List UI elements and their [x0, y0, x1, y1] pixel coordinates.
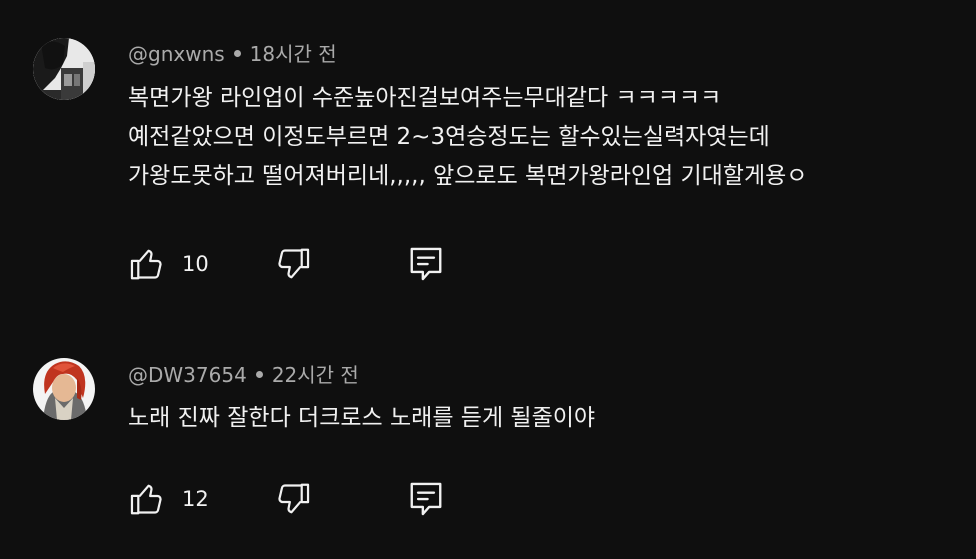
comment-text: 노래 진짜 잘한다 더크로스 노래를 듣게 될줄이야 [128, 399, 948, 438]
thumbs-down-icon [274, 245, 312, 283]
like-count: 10 [182, 252, 209, 276]
comment-meta: @gnxwns 18시간 전 [128, 40, 337, 68]
reply-button[interactable] [408, 479, 444, 519]
comment-time[interactable]: 22시간 전 [272, 363, 359, 387]
comment-author[interactable]: @DW37654 [128, 363, 247, 387]
dislike-button[interactable] [274, 244, 312, 284]
like-button[interactable]: 12 [128, 479, 209, 519]
thumbs-up-icon [128, 480, 166, 518]
separator-dot [255, 371, 263, 378]
like-count: 12 [182, 487, 209, 511]
avatar[interactable] [33, 38, 95, 100]
like-button[interactable]: 10 [128, 244, 209, 284]
dislike-button[interactable] [274, 479, 312, 519]
reply-button[interactable] [408, 244, 444, 284]
reply-comment-icon [408, 245, 444, 283]
comment-text-line: 예전같았으면 이정도부르면 2~3연승정도는 할수있는실력자엿는데 [128, 124, 770, 150]
separator-dot [233, 50, 241, 57]
comment-text: 복면가왕 라인업이 수준높아진걸보여주는무대같다 ㅋㅋㅋㅋㅋ 예전같았으면 이정… [128, 79, 948, 196]
comment-text-line: 복면가왕 라인업이 수준높아진걸보여주는무대같다 ㅋㅋㅋㅋㅋ [128, 85, 722, 111]
thumbs-down-icon [274, 480, 312, 518]
avatar[interactable] [33, 358, 95, 420]
comment-text-line: 노래 진짜 잘한다 더크로스 노래를 듣게 될줄이야 [128, 405, 596, 431]
comment-author[interactable]: @gnxwns [128, 42, 225, 66]
comment-time[interactable]: 18시간 전 [250, 42, 337, 66]
comment-actions: 12 [128, 479, 528, 519]
reply-comment-icon [408, 480, 444, 518]
comment-actions: 10 [128, 244, 528, 284]
thumbs-up-icon [128, 245, 166, 283]
comment-text-line: 가왕도못하고 떨어져버리네,,,,, 앞으로도 복면가왕라인업 기대할게용ㅇ [128, 163, 808, 189]
comment-meta: @DW37654 22시간 전 [128, 361, 359, 389]
